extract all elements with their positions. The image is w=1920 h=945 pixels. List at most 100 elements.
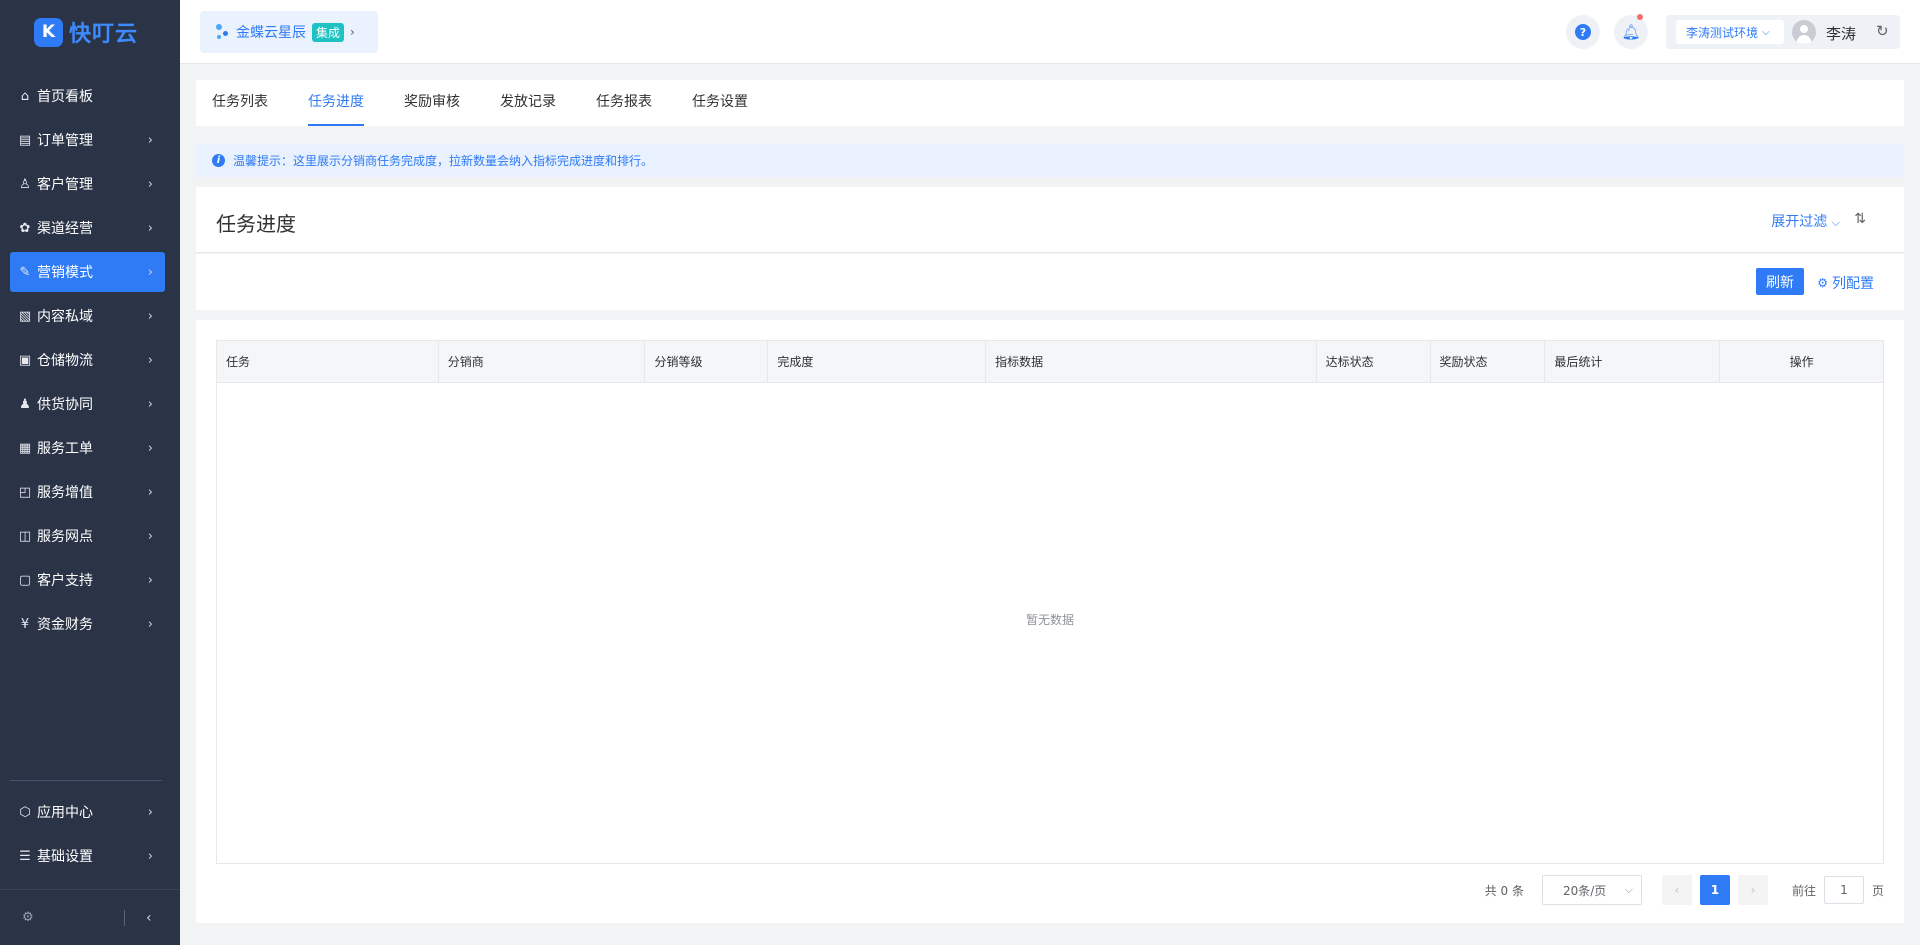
sidebar-item-label: 首页看板 (37, 89, 93, 105)
column-config-button[interactable]: ⚙ 列配置 (1817, 273, 1874, 293)
refresh-button[interactable]: 刷新 (1756, 268, 1804, 295)
chevron-right-icon: › (147, 176, 153, 192)
expand-filter-toggle[interactable]: 展开过滤 ⌵ (1771, 211, 1840, 231)
column-header[interactable]: 达标状态 (1317, 341, 1431, 383)
sidebar-item-label: 资金财务 (37, 617, 93, 633)
tab-1[interactable]: 任务进度 (308, 80, 364, 126)
goto-prefix: 前往 (1791, 883, 1816, 898)
sidebar-item-label: 客户管理 (37, 177, 93, 193)
tenant-switcher[interactable]: 金蝶云星辰 集成 › (200, 11, 378, 53)
store-icon: ◫ (18, 528, 32, 544)
sidebar-item-label: 内容私域 (37, 309, 93, 325)
user-box: 李涛测试环境 ⌵ 李涛 ↻ (1666, 15, 1900, 49)
sidebar-item-label: 基础设置 (37, 849, 93, 865)
column-header[interactable]: 最后统计 (1545, 341, 1721, 383)
sidebar-item-home[interactable]: ⌂ 首页看板 (10, 76, 165, 116)
sidebar-item-finance[interactable]: ¥ 资金财务 › (10, 604, 165, 644)
chevron-right-icon: › (147, 848, 153, 864)
tab-4[interactable]: 任务报表 (596, 80, 652, 126)
sidebar-item-customer[interactable]: ♙ 客户管理 › (10, 164, 165, 204)
pager-total: 共 0 条 (1484, 883, 1524, 898)
sidebar-item-settings[interactable]: ☰ 基础设置 › (10, 836, 165, 876)
sidebar-item-channel[interactable]: ✿ 渠道经营 › (10, 208, 165, 248)
sort-icon[interactable]: ⇅ (1854, 211, 1866, 227)
sidebar-item-app-center[interactable]: ⬡ 应用中心 › (10, 792, 165, 832)
goto-page-input[interactable] (1823, 876, 1864, 904)
chevron-right-icon: › (147, 264, 153, 280)
sidebar-item-value-added[interactable]: ◰ 服务增值 › (10, 472, 165, 512)
notice-bar: i 温馨提示：这里展示分销商任务完成度，拉新数量会纳入指标完成进度和排行。 (196, 144, 1904, 177)
tab-3[interactable]: 发放记录 (500, 80, 556, 126)
sidebar-item-support[interactable]: ▢ 客户支持 › (10, 560, 165, 600)
table-toolbar: 刷新 ⚙ 列配置 (196, 254, 1904, 310)
sidebar-item-label: 订单管理 (37, 133, 93, 149)
column-header[interactable]: 奖励状态 (1431, 341, 1546, 383)
collapse-sidebar-icon[interactable]: ‹ (146, 910, 152, 926)
column-header[interactable]: 操作 (1720, 341, 1883, 383)
gear-icon[interactable]: ⚙ (22, 910, 34, 925)
logo-text: 快叮云 (69, 22, 139, 47)
settings-icon: ☰ (19, 848, 31, 864)
gear-icon: ⚙ (1817, 276, 1828, 290)
page-size-select[interactable]: 20条/页 ⌵ (1541, 875, 1642, 905)
progress-table: 任务 分销商 分销等级 完成度 指标数据 达标状态 奖励状态 最后统计 操作 暂无数据 (216, 340, 1884, 864)
sidebar-item-content[interactable]: ▧ 内容私域 › (10, 296, 165, 336)
chevron-down-icon: ⌵ (1831, 216, 1840, 229)
logo[interactable]: K 快叮云 (0, 0, 180, 64)
warehouse-icon: ▣ (18, 352, 32, 368)
page-title: 任务进度 (216, 212, 296, 236)
chevron-down-icon: ⌵ (1624, 883, 1633, 896)
column-config-label: 列配置 (1832, 276, 1874, 292)
help-button[interactable]: ? (1566, 15, 1600, 49)
env-select[interactable]: 李涛测试环境 ⌵ (1676, 20, 1784, 44)
table-panel: 任务 分销商 分销等级 完成度 指标数据 达标状态 奖励状态 最后统计 操作 暂无数据 共 0 … (196, 320, 1904, 923)
page-number[interactable]: 1 (1699, 875, 1730, 905)
column-header[interactable]: 分销商 (439, 341, 646, 383)
home-icon: ⌂ (20, 88, 30, 104)
notice-text: 温馨提示：这里展示分销商任务完成度，拉新数量会纳入指标完成进度和排行。 (233, 154, 654, 168)
notification-button[interactable]: 🔔︎ (1614, 14, 1648, 49)
chevron-right-icon: › (147, 440, 153, 456)
sidebar-item-warehouse[interactable]: ▣ 仓储物流 › (10, 340, 165, 380)
next-page-button[interactable]: › (1737, 875, 1768, 905)
notification-dot (1637, 14, 1643, 20)
sidebar-menu-bottom: ⬡ 应用中心 › ☰ 基础设置 › (10, 792, 165, 880)
tab-0[interactable]: 任务列表 (212, 80, 268, 126)
column-header[interactable]: 指标数据 (986, 341, 1317, 383)
tenant-name: 金蝶云星辰 (236, 25, 306, 41)
sidebar-footer: ⚙ ‹ (0, 889, 180, 945)
app-center-icon: ⬡ (19, 804, 31, 820)
sidebar-item-store[interactable]: ◫ 服务网点 › (10, 516, 165, 556)
env-select-value: 李涛测试环境 (1686, 25, 1759, 40)
sidebar-item-ticket[interactable]: ▦ 服务工单 › (10, 428, 165, 468)
tab-5[interactable]: 任务设置 (692, 80, 748, 126)
prev-page-button[interactable]: ‹ (1661, 875, 1692, 905)
sidebar-item-order[interactable]: ▤ 订单管理 › (10, 120, 165, 160)
chevron-right-icon: › (147, 804, 153, 820)
tab-2[interactable]: 奖励审核 (404, 80, 460, 126)
sidebar-item-supply[interactable]: ♟ 供货协同 › (10, 384, 165, 424)
expand-filter-label: 展开过滤 (1771, 214, 1828, 230)
chevron-right-icon: › (147, 132, 153, 148)
column-header[interactable]: 完成度 (768, 341, 987, 383)
user-name[interactable]: 李涛 (1826, 23, 1856, 44)
chevron-right-icon: › (350, 25, 355, 39)
chevron-down-icon: ⌵ (1762, 26, 1770, 38)
content-icon: ▧ (18, 308, 32, 324)
chevron-right-icon: › (147, 220, 153, 236)
avatar[interactable] (1792, 20, 1816, 44)
reload-icon[interactable]: ↻ (1876, 22, 1889, 40)
goto-suffix: 页 (1871, 883, 1884, 898)
sidebar: K 快叮云 ⌂ 首页看板 ▤ 订单管理 › ♙ 客户管理 › ✿ 渠道经营 › ✎ 营销模式 › ▧ 内容私域… (0, 0, 180, 945)
chevron-right-icon: › (147, 352, 153, 368)
sidebar-item-label: 服务网点 (37, 529, 93, 545)
sidebar-item-marketing[interactable]: ✎ 营销模式 › (10, 252, 165, 292)
sidebar-item-label: 仓储物流 (37, 353, 93, 369)
column-header[interactable]: 任务 (217, 341, 439, 383)
info-icon: i (212, 154, 225, 167)
sidebar-item-label: 应用中心 (37, 805, 93, 821)
sidebar-item-label: 供货协同 (37, 397, 93, 413)
column-header[interactable]: 分销等级 (645, 341, 769, 383)
bell-icon: 🔔︎ (1621, 23, 1641, 41)
sidebar-divider (10, 780, 162, 781)
